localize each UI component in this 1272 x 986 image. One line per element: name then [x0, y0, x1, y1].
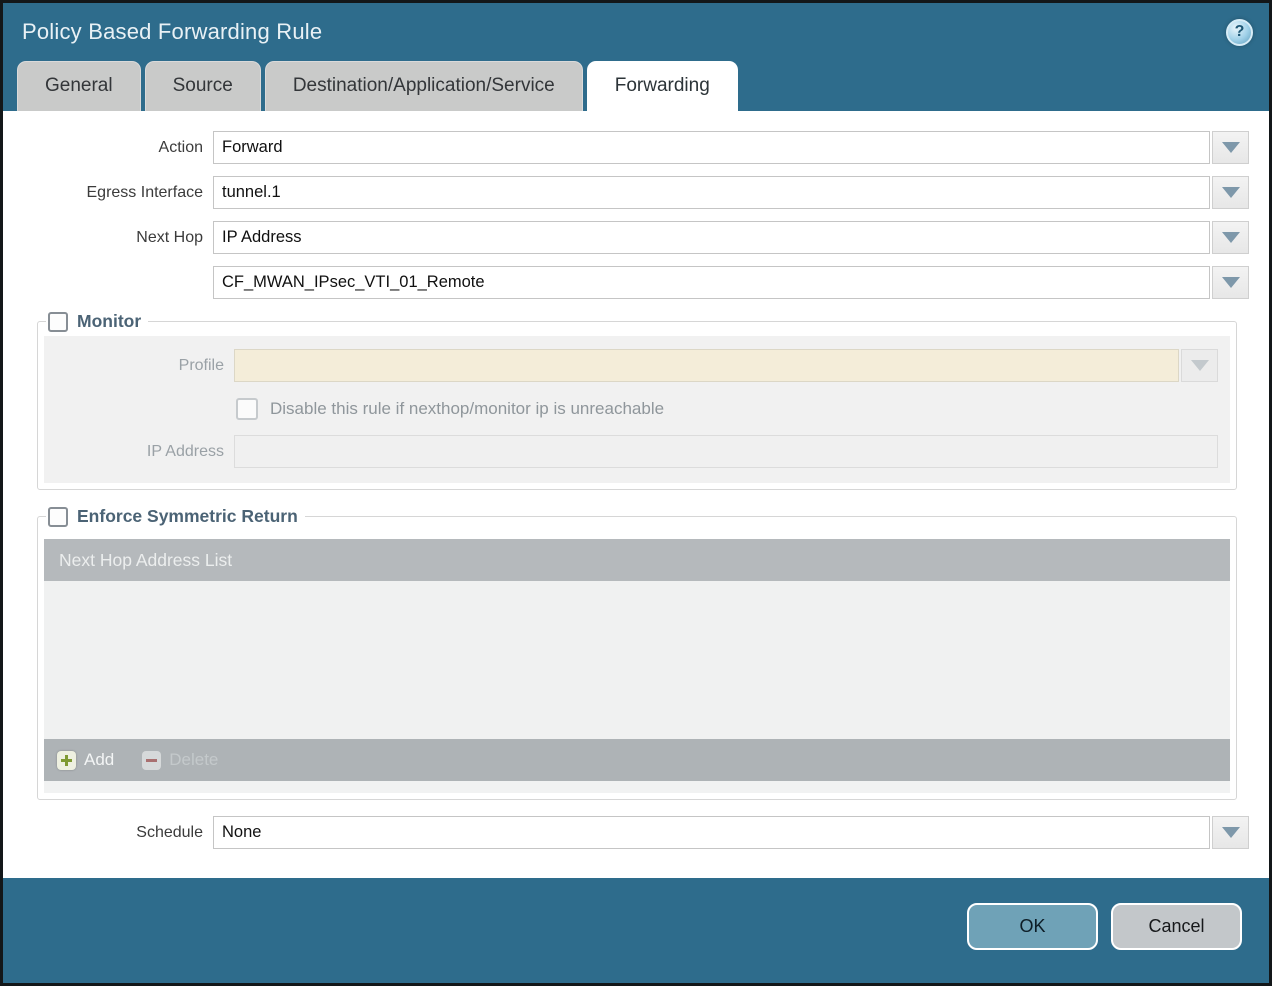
- next-hop-type-select[interactable]: IP Address: [213, 221, 1210, 254]
- monitor-ip-address-label: IP Address: [44, 443, 234, 461]
- action-row: Action Forward: [3, 131, 1249, 164]
- dialog-footer: OK Cancel: [3, 878, 1269, 983]
- monitor-ip-address-input: [234, 435, 1218, 468]
- next-hop-address-dropdown-button[interactable]: [1212, 266, 1249, 299]
- ok-button[interactable]: OK: [967, 903, 1098, 950]
- add-button-label: Add: [84, 750, 114, 770]
- policy-based-forwarding-rule-dialog: Policy Based Forwarding Rule ? General S…: [0, 0, 1272, 986]
- tab-source[interactable]: Source: [145, 61, 261, 111]
- disable-rule-checkbox: [236, 398, 258, 420]
- chevron-down-icon: [1191, 360, 1209, 371]
- chevron-down-icon: [1222, 232, 1240, 243]
- monitor-profile-label: Profile: [44, 357, 234, 375]
- monitor-label: Monitor: [77, 311, 141, 332]
- monitor-profile-row: Profile: [44, 349, 1218, 382]
- add-button[interactable]: Add: [57, 750, 114, 770]
- schedule-select[interactable]: None: [213, 816, 1210, 849]
- next-hop-address-list-toolbar: Add Delete: [44, 739, 1230, 781]
- dialog-title: Policy Based Forwarding Rule: [22, 19, 1226, 45]
- monitor-ip-address-row: IP Address: [44, 435, 1218, 468]
- help-icon[interactable]: ?: [1226, 19, 1253, 46]
- next-hop-type-dropdown-button[interactable]: [1212, 221, 1249, 254]
- enforce-symmetric-return-section: Enforce Symmetric Return Next Hop Addres…: [37, 506, 1237, 800]
- schedule-row: Schedule None: [3, 816, 1249, 849]
- next-hop-address-select[interactable]: CF_MWAN_IPsec_VTI_01_Remote: [213, 266, 1210, 299]
- minus-icon: [142, 751, 161, 770]
- monitor-fields: Profile Disable this rule if nexthop/mon…: [44, 336, 1230, 483]
- tab-bar: General Source Destination/Application/S…: [3, 61, 1269, 111]
- egress-interface-select[interactable]: tunnel.1: [213, 176, 1210, 209]
- tab-forwarding[interactable]: Forwarding: [587, 61, 738, 111]
- monitor-checkbox[interactable]: [48, 312, 68, 332]
- dialog-titlebar: Policy Based Forwarding Rule ?: [3, 3, 1269, 61]
- monitor-legend: Monitor: [46, 311, 148, 332]
- egress-interface-dropdown-button[interactable]: [1212, 176, 1249, 209]
- delete-button-label: Delete: [169, 750, 218, 770]
- enforce-symmetric-return-legend: Enforce Symmetric Return: [46, 506, 305, 527]
- chevron-down-icon: [1222, 827, 1240, 838]
- delete-button: Delete: [142, 750, 218, 770]
- plus-icon: [57, 751, 76, 770]
- chevron-down-icon: [1222, 142, 1240, 153]
- next-hop-address-row: CF_MWAN_IPsec_VTI_01_Remote: [3, 266, 1249, 299]
- tab-general[interactable]: General: [17, 61, 141, 111]
- chevron-down-icon: [1222, 277, 1240, 288]
- disable-rule-label: Disable this rule if nexthop/monitor ip …: [270, 399, 664, 419]
- egress-interface-row: Egress Interface tunnel.1: [3, 176, 1249, 209]
- forwarding-tab-panel: Action Forward Egress Interface tunnel.1…: [3, 111, 1269, 878]
- next-hop-address-list-panel: Next Hop Address List Add Delete: [44, 539, 1230, 793]
- schedule-label: Schedule: [3, 824, 213, 842]
- action-select[interactable]: Forward: [213, 131, 1210, 164]
- tab-destination-application-service[interactable]: Destination/Application/Service: [265, 61, 583, 111]
- disable-rule-row: Disable this rule if nexthop/monitor ip …: [236, 395, 1230, 422]
- next-hop-label: Next Hop: [3, 229, 213, 247]
- cancel-button[interactable]: Cancel: [1111, 903, 1242, 950]
- action-label: Action: [3, 139, 213, 157]
- egress-interface-label: Egress Interface: [3, 184, 213, 202]
- action-dropdown-button[interactable]: [1212, 131, 1249, 164]
- monitor-section: Monitor Profile Disable this rule if nex…: [37, 311, 1237, 490]
- next-hop-row: Next Hop IP Address: [3, 221, 1249, 254]
- monitor-profile-dropdown-button: [1181, 349, 1218, 382]
- next-hop-address-list-body[interactable]: [44, 581, 1230, 739]
- chevron-down-icon: [1222, 187, 1240, 198]
- schedule-dropdown-button[interactable]: [1212, 816, 1249, 849]
- enforce-symmetric-return-checkbox[interactable]: [48, 507, 68, 527]
- monitor-profile-select: [234, 349, 1179, 382]
- next-hop-address-list-header: Next Hop Address List: [44, 539, 1230, 581]
- enforce-symmetric-return-label: Enforce Symmetric Return: [77, 506, 298, 527]
